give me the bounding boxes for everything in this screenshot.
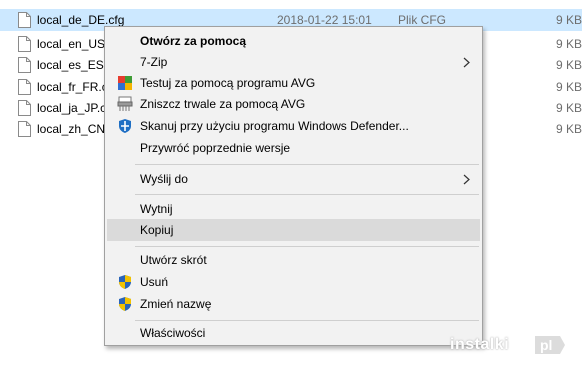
menu-separator bbox=[135, 164, 479, 165]
watermark-badge: pl bbox=[535, 336, 565, 354]
context-menu: Otwórz za pomocą 7-Zip Testuj za pomocą … bbox=[104, 26, 483, 346]
document-icon bbox=[18, 79, 31, 95]
menu-item-label: Skanuj przy użyciu programu Windows Defe… bbox=[140, 119, 409, 133]
menu-item-label: Utwórz skrót bbox=[140, 253, 207, 267]
file-size: 9 KB bbox=[556, 58, 582, 72]
menu-separator bbox=[135, 246, 479, 247]
document-icon bbox=[18, 57, 31, 73]
menu-item-send-to[interactable]: Wyślij do bbox=[107, 168, 480, 190]
menu-item-label: Testuj za pomocą programu AVG bbox=[140, 76, 316, 90]
shredder-icon bbox=[117, 96, 133, 111]
menu-item-7zip[interactable]: 7-Zip bbox=[107, 51, 480, 73]
menu-item-restore-versions[interactable]: Przywróć poprzednie wersje bbox=[107, 137, 480, 159]
menu-item-create-shortcut[interactable]: Utwórz skrót bbox=[107, 249, 480, 271]
document-icon bbox=[18, 121, 31, 137]
watermark-text: instalki bbox=[450, 336, 510, 353]
menu-item-label: 7-Zip bbox=[140, 55, 168, 69]
menu-item-avg-scan[interactable]: Testuj za pomocą programu AVG bbox=[107, 72, 480, 94]
document-icon bbox=[18, 12, 31, 28]
file-size: 9 KB bbox=[556, 13, 582, 27]
menu-item-cut[interactable]: Wytnij bbox=[107, 198, 480, 220]
file-name: local_zh_CN. bbox=[37, 122, 109, 136]
menu-separator bbox=[135, 194, 479, 195]
menu-item-properties[interactable]: Właściwości bbox=[107, 322, 480, 344]
menu-item-label: Usuń bbox=[140, 275, 169, 289]
file-name: local_ja_JP.cf bbox=[37, 101, 110, 115]
watermark: instalki pl bbox=[444, 333, 574, 357]
menu-item-open-with[interactable]: Otwórz za pomocą bbox=[107, 30, 480, 52]
menu-item-label: Przywróć poprzednie wersje bbox=[140, 141, 291, 155]
menu-item-copy[interactable]: Kopiuj bbox=[107, 219, 480, 241]
menu-item-label: Kopiuj bbox=[140, 223, 174, 237]
uac-shield-icon bbox=[119, 297, 131, 311]
menu-item-label: Otwórz za pomocą bbox=[140, 34, 247, 48]
menu-item-avg-shred[interactable]: Zniszcz trwale za pomocą AVG bbox=[107, 93, 480, 115]
file-type: Plik CFG bbox=[398, 13, 446, 27]
document-icon bbox=[18, 36, 31, 52]
file-size: 9 KB bbox=[556, 80, 582, 94]
menu-item-label: Zniszcz trwale za pomocą AVG bbox=[140, 97, 306, 111]
menu-item-label: Właściwości bbox=[140, 326, 206, 340]
windows-defender-icon bbox=[119, 119, 131, 133]
avg-icon bbox=[118, 76, 132, 90]
file-name: local_de_DE.cfg bbox=[37, 13, 125, 27]
menu-item-label: Wytnij bbox=[140, 202, 173, 216]
file-size: 9 KB bbox=[556, 37, 582, 51]
file-size: 9 KB bbox=[556, 122, 582, 136]
menu-item-rename[interactable]: Zmień nazwę bbox=[107, 293, 480, 315]
file-date: 2018-01-22 15:01 bbox=[277, 13, 372, 27]
file-size: 9 KB bbox=[556, 101, 582, 115]
file-name: local_en_US.c bbox=[37, 37, 115, 51]
menu-item-defender-scan[interactable]: Skanuj przy użyciu programu Windows Defe… bbox=[107, 115, 480, 137]
chevron-right-icon bbox=[463, 57, 470, 68]
file-name: local_fr_FR.cf bbox=[37, 80, 112, 94]
menu-item-label: Wyślij do bbox=[140, 172, 188, 186]
file-name: local_es_ES.c bbox=[37, 58, 114, 72]
uac-shield-icon bbox=[119, 275, 131, 289]
chevron-right-icon bbox=[463, 174, 470, 185]
document-icon bbox=[18, 100, 31, 116]
watermark-badge-text: pl bbox=[540, 337, 552, 353]
menu-item-label: Zmień nazwę bbox=[140, 297, 212, 311]
menu-separator bbox=[135, 320, 479, 321]
menu-item-delete[interactable]: Usuń bbox=[107, 271, 480, 293]
